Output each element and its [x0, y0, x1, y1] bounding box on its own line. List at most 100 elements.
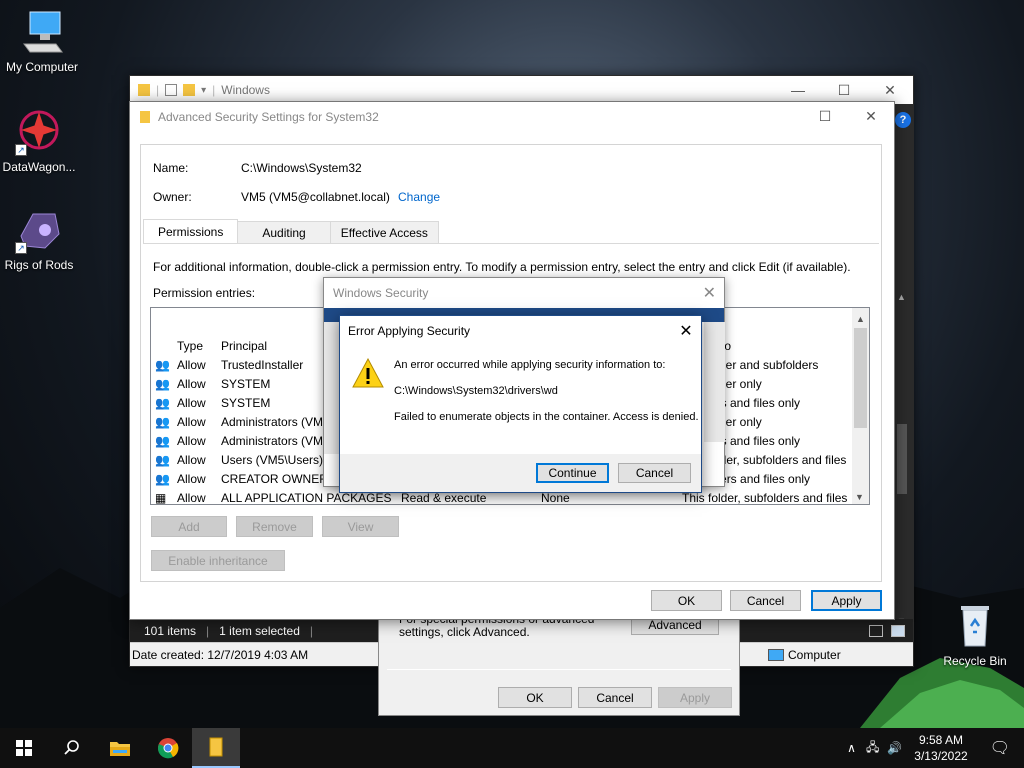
shortcut-arrow-icon: ↗: [15, 144, 27, 156]
shortcut-arrow-icon: ↗: [15, 242, 27, 254]
location-label: Computer: [788, 647, 841, 662]
start-button[interactable]: [0, 728, 48, 768]
folder-security-icon: [209, 737, 223, 757]
scroll-thumb[interactable]: [854, 328, 867, 428]
props-apply-button[interactable]: Apply: [658, 687, 732, 708]
clock[interactable]: 9:58 AM 3/13/2022: [906, 732, 975, 764]
folder-icon: [110, 742, 130, 756]
new-folder-icon[interactable]: [183, 84, 196, 96]
continue-button[interactable]: Continue: [536, 463, 609, 483]
search-button[interactable]: [48, 728, 96, 768]
minimize-button[interactable]: —: [775, 76, 821, 104]
remove-button[interactable]: Remove: [236, 516, 313, 537]
warning-icon: [352, 358, 384, 388]
close-button[interactable]: ✕: [867, 76, 913, 104]
permission-entries-label: Permission entries:: [153, 286, 256, 300]
error-body: An error occurred while applying securit…: [340, 346, 701, 454]
date-created: Date created: 12/7/2019 4:03 AM: [132, 647, 309, 662]
folder-icon: [140, 111, 150, 123]
error-title: Error Applying Security: [348, 324, 471, 338]
properties-dialog[interactable]: For special permissions or advanced sett…: [378, 610, 740, 716]
quick-access-dropdown-icon[interactable]: ▾: [201, 85, 206, 96]
scroll-up-icon[interactable]: ▲: [852, 308, 869, 324]
desktop-icon-my-computer[interactable]: My Computer: [0, 8, 84, 74]
scroll-down-icon[interactable]: ▼: [855, 492, 864, 502]
row-type: Allow: [177, 414, 206, 429]
volume-icon[interactable]: 🔊: [883, 741, 906, 755]
row-applies: This folder, subfolders and files: [682, 490, 848, 505]
desktop-icon-datawagon[interactable]: ↗ DataWagon...: [0, 108, 81, 174]
users-icon: 👥: [155, 471, 170, 486]
users-icon: 👥: [155, 433, 170, 448]
props-ok-button[interactable]: OK: [498, 687, 572, 708]
row-type: Allow: [177, 490, 206, 505]
error-cancel-button[interactable]: Cancel: [618, 463, 691, 483]
column-type[interactable]: Type: [173, 339, 221, 353]
winsec-right-strip: [704, 322, 725, 442]
large-icons-view-icon[interactable]: [891, 624, 905, 637]
explorer-title: Windows: [221, 83, 270, 97]
tab-effective-access[interactable]: Effective Access: [329, 221, 439, 243]
item-count: 101 items: [144, 623, 197, 638]
folder-icon: [138, 84, 150, 96]
tab-permissions[interactable]: Permissions: [143, 219, 239, 243]
view-button[interactable]: View: [322, 516, 399, 537]
row-type: Allow: [177, 452, 206, 467]
props-cancel-button[interactable]: Cancel: [578, 687, 652, 708]
close-icon[interactable]: ✕: [703, 283, 716, 303]
notification-icon[interactable]: 🗨: [976, 738, 1024, 758]
taskbar-file-explorer[interactable]: [96, 728, 144, 768]
winsec-titlebar[interactable]: Windows Security: [324, 278, 724, 308]
taskbar: ∧ 🖧 🔊 9:58 AM 3/13/2022 🗨: [0, 728, 1024, 768]
maximize-button[interactable]: ☐: [821, 76, 867, 104]
desktop-icon-recycle-bin[interactable]: Recycle Bin: [933, 602, 1017, 668]
error-path: C:\Windows\System32\drivers\wd: [394, 385, 558, 397]
desktop-icon-label: Recycle Bin: [943, 654, 1007, 668]
datawagon-icon: ↗: [15, 108, 63, 156]
taskbar-active-window[interactable]: [192, 728, 240, 768]
owner-value: VM5 (VM5@collabnet.local): [241, 190, 390, 204]
ok-button[interactable]: OK: [651, 590, 722, 611]
cancel-button[interactable]: Cancel: [730, 590, 801, 611]
users-icon: 👥: [155, 452, 170, 467]
recycle-bin-icon: [951, 602, 999, 650]
help-icon[interactable]: ?: [895, 112, 911, 128]
taskbar-chrome[interactable]: [144, 728, 192, 768]
tab-auditing[interactable]: Auditing: [237, 221, 331, 243]
change-owner-link[interactable]: Change: [398, 190, 440, 204]
chrome-icon: [158, 738, 179, 759]
close-icon[interactable]: ✕: [671, 316, 701, 346]
close-button[interactable]: ✕: [848, 102, 894, 130]
error-applying-security-dialog[interactable]: Error Applying Security ✕ An error occur…: [339, 315, 702, 493]
row-applies: der only: [719, 414, 762, 429]
table-scrollbar[interactable]: ▲ ▼: [852, 308, 869, 504]
app-packages-icon: ▦: [155, 490, 167, 505]
desktop-icon-label: My Computer: [5, 60, 79, 74]
users-icon: 👥: [155, 414, 170, 429]
network-icon[interactable]: 🖧: [862, 738, 883, 759]
apply-button[interactable]: Apply: [811, 590, 882, 611]
props-separator: [387, 669, 731, 670]
windows-logo-icon: [16, 740, 32, 756]
desktop-icon-label: Rigs of Rods: [4, 258, 74, 272]
desktop-icon-label: DataWagon...: [2, 160, 76, 174]
error-titlebar[interactable]: Error Applying Security: [340, 316, 701, 346]
users-icon: 👥: [155, 395, 170, 410]
winsec-left-strip: [324, 322, 340, 454]
explorer-scrollbar[interactable]: ? ▲ ▼: [893, 104, 913, 626]
scroll-up-icon[interactable]: ▲: [897, 292, 906, 302]
row-type: Allow: [177, 357, 206, 372]
properties-icon[interactable]: [165, 84, 178, 96]
scroll-thumb[interactable]: [897, 424, 907, 494]
system-tray: ∧ 🖧 🔊 9:58 AM 3/13/2022 🗨: [841, 728, 1024, 768]
error-line-3: Failed to enumerate objects in the conta…: [394, 411, 699, 423]
name-value: C:\Windows\System32: [241, 161, 362, 175]
chevron-up-icon[interactable]: ∧: [841, 741, 862, 755]
desktop-icon-rigs-of-rods[interactable]: ↗ Rigs of Rods: [0, 206, 81, 272]
maximize-button[interactable]: ☐: [802, 102, 848, 130]
enable-inheritance-button[interactable]: Enable inheritance: [151, 550, 285, 571]
advanced-titlebar[interactable]: Advanced Security Settings for System32: [130, 102, 894, 132]
winsec-title: Windows Security: [333, 286, 429, 300]
add-button[interactable]: Add: [151, 516, 227, 537]
details-view-icon[interactable]: [869, 624, 883, 637]
